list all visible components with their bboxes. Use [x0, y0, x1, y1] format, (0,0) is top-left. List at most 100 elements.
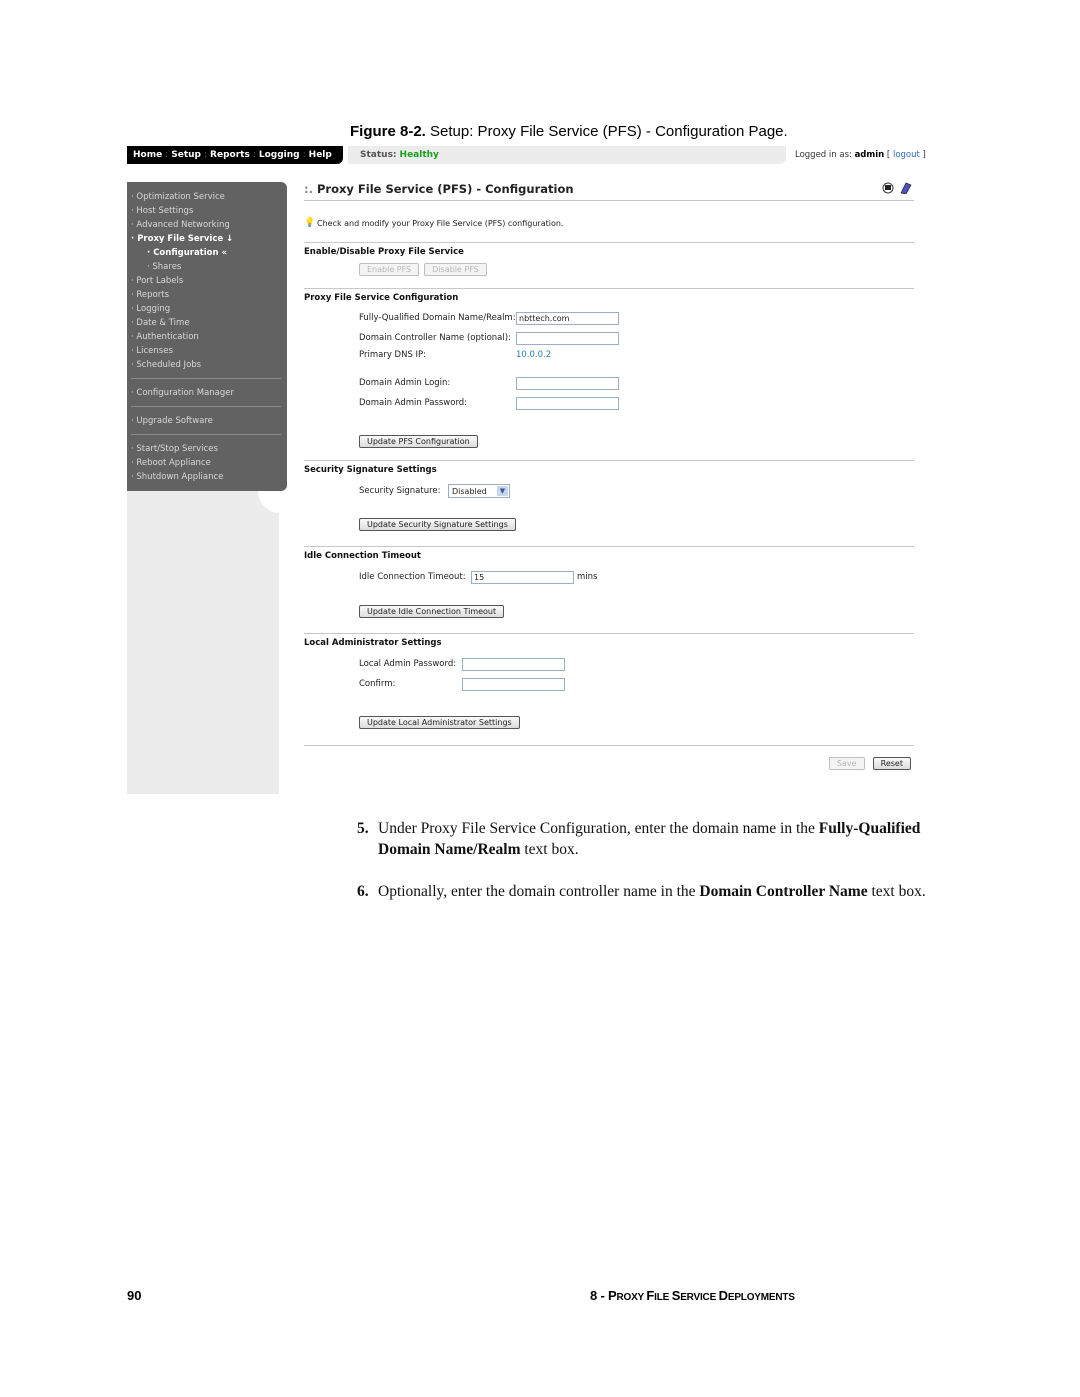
username: admin: [854, 150, 885, 160]
update-pfs-button[interactable]: Update PFS Configuration: [359, 435, 478, 448]
chapter-title: 8 - PROXY FILE SERVICE DEPLOYMENTS: [590, 1288, 795, 1303]
disable-pfs-button[interactable]: Disable PFS: [424, 263, 487, 276]
sidebar-item-configuration-manager[interactable]: · Configuration Manager: [127, 386, 287, 400]
nav-setup[interactable]: Setup: [171, 150, 201, 160]
step-text: text box.: [520, 841, 579, 858]
step-number: 6.: [357, 883, 369, 900]
dns-value: 10.0.0.2: [516, 350, 552, 360]
sidebar-item-port-labels[interactable]: · Port Labels: [127, 274, 287, 288]
sidebar-divider: [131, 406, 281, 407]
nav-home[interactable]: Home: [133, 150, 162, 160]
hint-text: Check and modify your Proxy File Service…: [317, 218, 564, 228]
lightbulb-icon: 💡: [304, 218, 316, 228]
title-icons: [882, 182, 912, 194]
confirm-password-input[interactable]: [462, 677, 565, 691]
admin-password-input[interactable]: [516, 396, 619, 410]
reset-button[interactable]: Reset: [872, 757, 911, 770]
sidebar-item-licenses[interactable]: · Licenses: [127, 344, 287, 358]
sidebar-item-reboot-appliance[interactable]: · Reboot Appliance: [127, 456, 287, 470]
divider: [304, 288, 914, 289]
nav-separator: :: [165, 150, 169, 160]
login-info: Logged in as: admin [ logout ]: [795, 150, 926, 160]
logged-in-label: Logged in as:: [795, 150, 852, 160]
step-bold: Domain Controller Name: [699, 883, 868, 900]
page-title: :. Proxy File Service (PFS) - Configurat…: [304, 182, 914, 198]
step-text: text box.: [867, 883, 926, 900]
nav-separator: :: [204, 150, 208, 160]
sidebar-item-configuration[interactable]: · Configuration «: [127, 246, 287, 260]
sidebar-item-authentication[interactable]: · Authentication: [127, 330, 287, 344]
step-6: 6. Optionally, enter the domain controll…: [357, 881, 947, 902]
logout-link[interactable]: logout: [893, 150, 920, 160]
figure-caption: Figure 8-2. Setup: Proxy File Service (P…: [350, 123, 788, 140]
divider: [304, 460, 914, 461]
title-prefix: :.: [304, 182, 313, 196]
sidebar-item-proxy-file-service[interactable]: · Proxy File Service ↓: [127, 232, 287, 246]
hint: 💡 Check and modify your Proxy File Servic…: [304, 218, 914, 228]
nav-reports[interactable]: Reports: [210, 150, 250, 160]
section-title-pfs: Proxy File Service Configuration: [304, 293, 459, 303]
step-5: 5. Under Proxy File Service Configuratio…: [357, 818, 947, 860]
update-security-button[interactable]: Update Security Signature Settings: [359, 518, 516, 531]
section-title-enable: Enable/Disable Proxy File Service: [304, 247, 464, 257]
chevron-down-icon: ▼: [497, 486, 508, 496]
security-signature-label: Security Signature:: [359, 486, 441, 496]
fqdn-input[interactable]: nbttech.com: [516, 311, 619, 325]
sidebar-divider: [131, 378, 281, 379]
caption-text: Setup: Proxy File Service (PFS) - Config…: [425, 123, 788, 140]
sidebar: · Optimization Service · Host Settings · A…: [127, 182, 287, 491]
sidebar-item-date-time[interactable]: · Date & Time: [127, 316, 287, 330]
admin-password-label: Domain Admin Password:: [359, 398, 468, 408]
sidebar-divider: [131, 434, 281, 435]
confirm-label: Confirm:: [359, 679, 396, 689]
main-content: :. Proxy File Service (PFS) - Configurat…: [304, 182, 914, 770]
admin-login-label: Domain Admin Login:: [359, 378, 451, 388]
step-number: 5.: [357, 820, 369, 837]
domain-controller-input[interactable]: [516, 331, 619, 345]
update-idle-button[interactable]: Update Idle Connection Timeout: [359, 605, 505, 618]
divider: [304, 546, 914, 547]
step-text: Under Proxy File Service Configuration, …: [378, 820, 819, 837]
update-local-admin-button[interactable]: Update Local Administrator Settings: [359, 716, 520, 729]
step-text: Optionally, enter the domain controller …: [378, 883, 700, 900]
nav-logging[interactable]: Logging: [259, 150, 300, 160]
section-title-local-admin: Local Administrator Settings: [304, 638, 442, 648]
dns-label: Primary DNS IP:: [359, 350, 427, 360]
divider: [304, 242, 914, 243]
admin-login-input[interactable]: [516, 376, 619, 390]
sidebar-item-optimization-service[interactable]: · Optimization Service: [127, 190, 287, 204]
enable-pfs-button[interactable]: Enable PFS: [359, 263, 420, 276]
nav-separator: :: [302, 150, 306, 160]
status-bar: Status: Healthy: [348, 146, 786, 164]
unit-label: mins: [577, 572, 598, 582]
idle-timeout-input[interactable]: 15: [471, 570, 574, 584]
status-badge: Healthy: [399, 150, 439, 160]
sidebar-item-shares[interactable]: · Shares: [127, 260, 287, 274]
nav-help[interactable]: Help: [309, 150, 332, 160]
top-nav: Home : Setup : Reports : Logging : Help: [127, 146, 343, 164]
sidebar-item-upgrade-software[interactable]: · Upgrade Software: [127, 414, 287, 428]
section-title-security: Security Signature Settings: [304, 465, 437, 475]
title-text: Proxy File Service (PFS) - Configuration: [316, 182, 574, 196]
save-button[interactable]: Save: [828, 757, 865, 770]
divider: [304, 633, 914, 634]
dc-label: Domain Controller Name (optional):: [359, 333, 511, 343]
help-book-icon[interactable]: [898, 182, 912, 194]
divider: [304, 745, 914, 746]
nav-separator: :: [252, 150, 256, 160]
sidebar-item-advanced-networking[interactable]: · Advanced Networking: [127, 218, 287, 232]
sidebar-item-host-settings[interactable]: · Host Settings: [127, 204, 287, 218]
select-value: Disabled: [452, 486, 487, 496]
idle-timeout-label: Idle Connection Timeout:: [359, 572, 466, 582]
sidebar-item-shutdown-appliance[interactable]: · Shutdown Appliance: [127, 470, 287, 484]
sidebar-item-scheduled-jobs[interactable]: · Scheduled Jobs: [127, 358, 287, 372]
sidebar-item-reports[interactable]: · Reports: [127, 288, 287, 302]
local-password-input[interactable]: [462, 657, 565, 671]
print-icon[interactable]: [882, 182, 895, 194]
security-signature-select[interactable]: Disabled ▼: [448, 484, 510, 498]
sidebar-item-logging[interactable]: · Logging: [127, 302, 287, 316]
status-label: Status:: [360, 150, 397, 160]
local-password-label: Local Admin Password:: [359, 659, 457, 669]
sidebar-item-start-stop-services[interactable]: · Start/Stop Services: [127, 442, 287, 456]
divider: [304, 200, 914, 201]
